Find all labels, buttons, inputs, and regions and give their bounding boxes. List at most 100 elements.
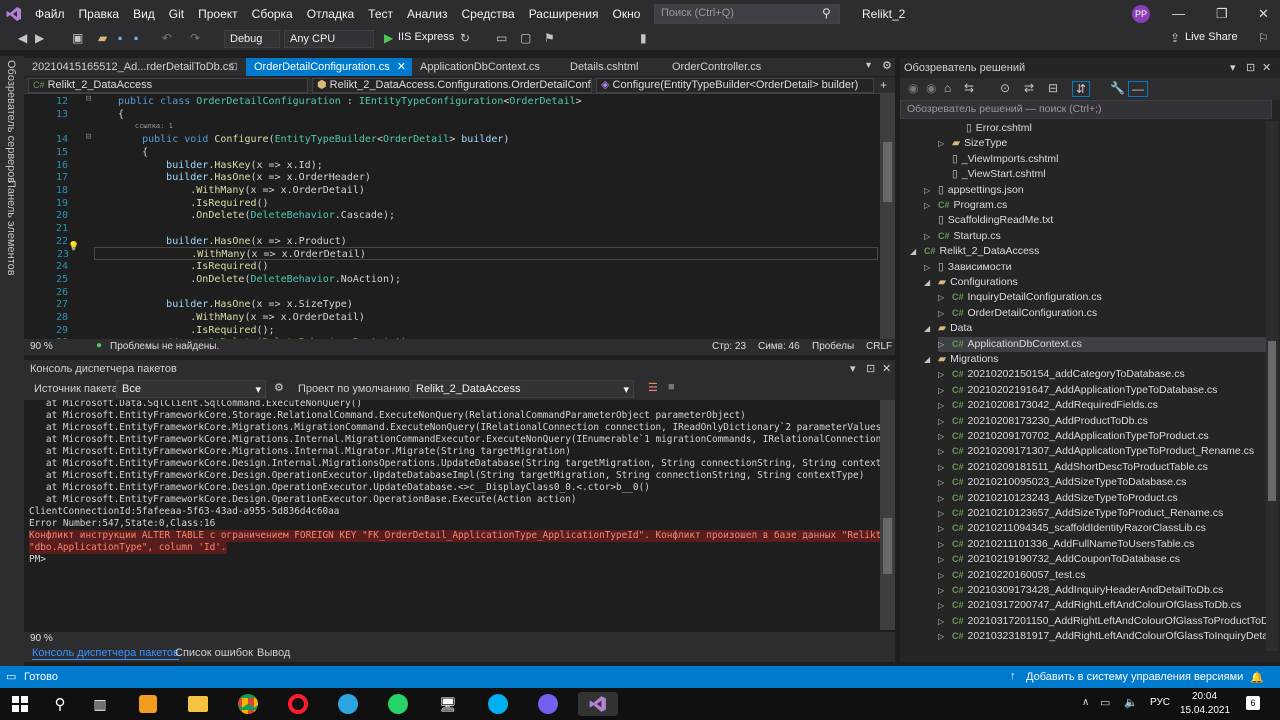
split-editor-icon[interactable]: + — [880, 78, 887, 92]
se-close-icon[interactable]: ✕ — [1262, 61, 1271, 74]
se-show-all-icon[interactable]: ⇵ — [1072, 81, 1091, 97]
tab-error-list[interactable]: Список ошибок — [175, 647, 253, 659]
fold-toggle-icon[interactable]: ⊟ — [86, 94, 91, 104]
code-line[interactable]: 25 .OnDelete(DeleteBehavior.NoAction); — [24, 273, 880, 286]
close-icon[interactable]: ✕ — [1258, 6, 1269, 22]
menu-item[interactable]: Тест — [361, 0, 400, 28]
tree-collapsed-icon[interactable]: ▷ — [938, 598, 952, 613]
tree-collapsed-icon[interactable]: ▷ — [938, 506, 952, 521]
search-taskbar-icon[interactable]: ⚲ — [40, 692, 80, 716]
tree-item[interactable]: ▯ Error.cshtml — [952, 121, 1266, 136]
tree-item[interactable]: ▷ C# 20210209181511_AddShortDescToProductT… — [938, 460, 1266, 475]
code-line[interactable]: 26 — [24, 286, 880, 299]
telegram-icon[interactable] — [328, 692, 368, 716]
tab-details[interactable]: Details.cshtml — [562, 58, 664, 76]
computer-icon[interactable]: 🖥 — [428, 692, 468, 716]
menu-item[interactable]: Окно — [605, 0, 647, 28]
tab-pin-icon[interactable]: ⊡ — [229, 58, 238, 76]
tree-item[interactable]: ▷ C# 20210210095023_AddSizeTypeToDatabase.… — [938, 475, 1266, 490]
se-pending-changes-icon[interactable]: ⊙ — [1000, 81, 1010, 95]
chrome-icon[interactable] — [228, 692, 268, 716]
opera-icon[interactable] — [278, 692, 318, 716]
se-back-icon[interactable]: ◉ — [908, 81, 918, 95]
tree-item[interactable]: ◢ ▰ Data — [924, 321, 1266, 336]
tree-item[interactable]: ▷ C# Startup.cs — [924, 229, 1266, 244]
tree-item[interactable]: ▷ C# 20210210123243_AddSizeTypeToProduct.c… — [938, 491, 1266, 506]
save-icon[interactable]: ▪ — [118, 31, 122, 45]
menu-item[interactable]: Сборка — [245, 0, 300, 28]
avatar[interactable]: PP — [1132, 5, 1150, 23]
tree-collapsed-icon[interactable]: ▷ — [938, 475, 952, 490]
tree-collapsed-icon[interactable]: ▷ — [924, 198, 938, 213]
tree-item[interactable]: ▷ ▰ SizeType — [938, 136, 1266, 151]
code-line[interactable]: 29 .IsRequired(); — [24, 324, 880, 337]
redo-icon[interactable]: ↷ — [190, 31, 200, 45]
tree-collapsed-icon[interactable]: ▷ — [938, 460, 952, 475]
tab-list-icon[interactable]: ▾ — [866, 60, 871, 71]
bookmark-icon[interactable]: ▮ — [640, 31, 647, 45]
live-share-icon[interactable]: ⇪ — [1170, 31, 1180, 45]
tree-collapsed-icon[interactable]: ▷ — [938, 583, 952, 598]
tree-item[interactable]: ▷ C# 20210202150154_addCategoryToDatabase.… — [938, 367, 1266, 382]
tree-item[interactable]: ▷ C# 20210317201150_AddRightLeftAndColourO… — [938, 614, 1266, 629]
tab-output[interactable]: Вывод — [257, 647, 290, 659]
menu-item[interactable]: Правка — [72, 0, 127, 28]
code-line[interactable]: 17 builder.HasOne(x => x.OrderHeader) — [24, 171, 880, 184]
menu-item[interactable]: Анализ — [400, 0, 455, 28]
menu-item[interactable]: Отладка — [300, 0, 361, 28]
undo-icon[interactable]: ↶ — [162, 31, 172, 45]
menu-item[interactable]: Вид — [126, 0, 162, 28]
tree-item-selected[interactable]: ▷ C# ApplicationDbContext.cs — [938, 336, 1266, 352]
tree-item[interactable]: ▷ C# 20210209170702_AddApplicationTypeToPr… — [938, 429, 1266, 444]
tree-item[interactable]: ▷ C# 20210220160057_test.cs — [938, 568, 1266, 583]
code-line[interactable]: 13 { — [24, 108, 880, 121]
tree-item[interactable]: ▷ C# Program.cs — [924, 198, 1266, 213]
tree-item[interactable]: ▷ C# 20210323181917_AddRightLeftAndColourO… — [938, 629, 1266, 644]
code-line[interactable]: 12 public class OrderDetailConfiguration … — [24, 95, 880, 108]
tree-item[interactable]: ▯ _ViewStart.cshtml — [938, 167, 1266, 182]
se-collapse-icon[interactable]: ⊟ — [1048, 81, 1058, 95]
se-switch-views-icon[interactable]: ⇆ — [964, 81, 974, 95]
run-button[interactable]: IIS Express — [398, 31, 454, 43]
se-sync-icon[interactable]: ⇄ — [1024, 81, 1034, 95]
code-editor[interactable]: 12 public class OrderDetailConfiguration … — [24, 94, 880, 339]
tree-item[interactable]: ◢ C# Relikt_2_DataAccess — [910, 244, 1266, 259]
tree-collapsed-icon[interactable]: ▷ — [924, 260, 938, 275]
pmc-options-icon[interactable]: ▾ — [850, 362, 856, 375]
visual-studio-taskbar-icon[interactable] — [578, 692, 618, 716]
code-line[interactable]: 24 .IsRequired() — [24, 260, 880, 273]
tree-item[interactable]: ▷ ▯ appsettings.json — [924, 183, 1266, 198]
menu-item[interactable]: Расширения — [522, 0, 606, 28]
minimize-icon[interactable]: — — [1172, 6, 1185, 21]
network-icon[interactable]: ▭ — [1100, 696, 1110, 709]
skype-icon[interactable] — [478, 692, 518, 716]
code-line[interactable]: 16 builder.HasKey(x => x.Id); — [24, 159, 880, 172]
se-forward-icon[interactable]: ◉ — [926, 81, 936, 95]
tree-item[interactable]: ▷ C# 20210219190732_AddCouponToDatabase.cs — [938, 552, 1266, 567]
volume-icon[interactable]: 🔈 — [1124, 696, 1138, 709]
tree-item[interactable]: ▷ C# 20210209171307_AddApplicationTypeToPr… — [938, 444, 1266, 459]
tree-item[interactable]: ▯ ScaffoldingReadMe.txt — [924, 213, 1266, 228]
code-line[interactable]: 28 .WithMany(x => x.OrderDetail) — [24, 311, 880, 324]
windows-start-icon[interactable] — [0, 692, 40, 716]
refresh-icon[interactable]: ↻ — [460, 31, 470, 45]
tree-collapsed-icon[interactable]: ▷ — [938, 614, 952, 629]
tree-item[interactable]: ▷ C# 20210309173428_AddInquiryHeaderAndDet… — [938, 583, 1266, 598]
project-dropdown[interactable]: C# Relikt_2_DataAccess — [28, 78, 308, 93]
tree-collapsed-icon[interactable]: ▷ — [938, 552, 952, 567]
input-language[interactable]: РУС — [1150, 697, 1170, 708]
search-input[interactable]: Поиск (Ctrl+Q) — [654, 4, 840, 24]
tree-collapsed-icon[interactable]: ▷ — [938, 429, 952, 444]
menu-item[interactable]: Проект — [191, 0, 245, 28]
tree-collapsed-icon[interactable]: ▷ — [938, 568, 952, 583]
package-settings-icon[interactable]: ⚙ — [274, 381, 284, 394]
solution-search-input[interactable]: Обозреватель решений — поиск (Ctrl+;) — [900, 100, 1272, 119]
tree-collapsed-icon[interactable]: ▷ — [938, 537, 952, 552]
task-view-icon[interactable]: ▥ — [80, 692, 120, 716]
viber-icon[interactable] — [528, 692, 568, 716]
tree-collapsed-icon[interactable]: ▷ — [938, 306, 952, 321]
live-share-button[interactable]: Live Share — [1185, 31, 1238, 43]
tree-collapsed-icon[interactable]: ▷ — [938, 383, 952, 398]
config-select[interactable]: Debug — [224, 30, 280, 48]
screen-icon[interactable]: ▢ — [520, 31, 531, 45]
